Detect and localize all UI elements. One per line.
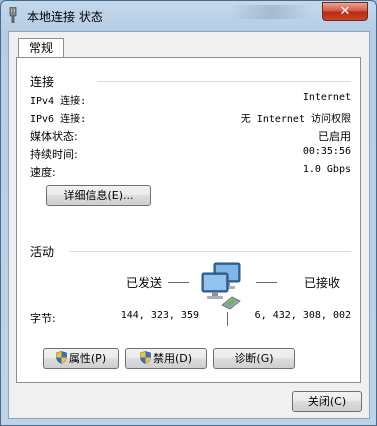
dialog-client-area: 常规 连接 IPv4 连接: Internet IPv6 连接: 无 Inter…	[8, 31, 370, 419]
activity-heading: 活动	[30, 245, 55, 259]
sent-label: 已发送	[126, 276, 163, 290]
uac-shield-icon	[56, 351, 67, 364]
window-title: 本地连接 状态	[27, 10, 103, 24]
speed-label: 速度:	[30, 166, 56, 179]
ipv6-value: 无 Internet 访问权限	[240, 114, 351, 125]
bytes-label: 字节:	[30, 312, 56, 325]
duration-label: 持续时间:	[30, 148, 78, 161]
network-plug-icon	[9, 7, 17, 23]
speed-value: 1.0 Gbps	[302, 164, 351, 175]
media-state-value: 已启用	[318, 130, 351, 143]
bytes-sent-value: 144, 323, 359	[120, 310, 199, 321]
status-window: 本地连接 状态 ✕ 常规 连接 IPv4 连接: Internet IPv6 连…	[0, 0, 377, 426]
connection-heading: 连接	[30, 75, 55, 89]
bytes-divider-line	[227, 312, 228, 326]
uac-shield-icon	[140, 351, 151, 364]
bytes-received-value: 6, 432, 308, 002	[254, 310, 351, 321]
properties-button-label: 属性(P)	[68, 352, 107, 365]
received-label: 已接收	[304, 276, 341, 290]
title-close-button[interactable]: ✕	[322, 2, 368, 21]
ipv4-value: Internet	[302, 92, 351, 103]
background-window-title	[231, 5, 311, 19]
disable-button[interactable]: 禁用(D)	[125, 348, 207, 369]
close-button[interactable]: 关闭(C)	[292, 391, 362, 412]
close-icon: ✕	[339, 4, 351, 19]
duration-value: 00:35:56	[302, 146, 351, 157]
general-tab-panel: 连接 IPv4 连接: Internet IPv6 连接: 无 Internet…	[16, 57, 361, 383]
network-computers-icon	[201, 262, 241, 310]
details-button[interactable]: 详细信息(E)...	[46, 185, 151, 206]
ipv6-label: IPv6 连接:	[30, 114, 87, 125]
ipv4-label: IPv4 连接:	[30, 96, 87, 107]
diagnose-button[interactable]: 诊断(G)	[213, 348, 295, 369]
disable-button-label: 禁用(D)	[152, 352, 193, 365]
received-connector-line	[256, 282, 277, 283]
media-state-label: 媒体状态:	[30, 130, 78, 143]
connection-divider	[97, 81, 351, 82]
tab-general[interactable]: 常规	[18, 38, 64, 58]
title-bar[interactable]: 本地连接 状态 ✕	[1, 1, 376, 29]
properties-button[interactable]: 属性(P)	[43, 348, 119, 369]
sent-connector-line	[168, 282, 189, 283]
activity-divider	[69, 251, 351, 252]
